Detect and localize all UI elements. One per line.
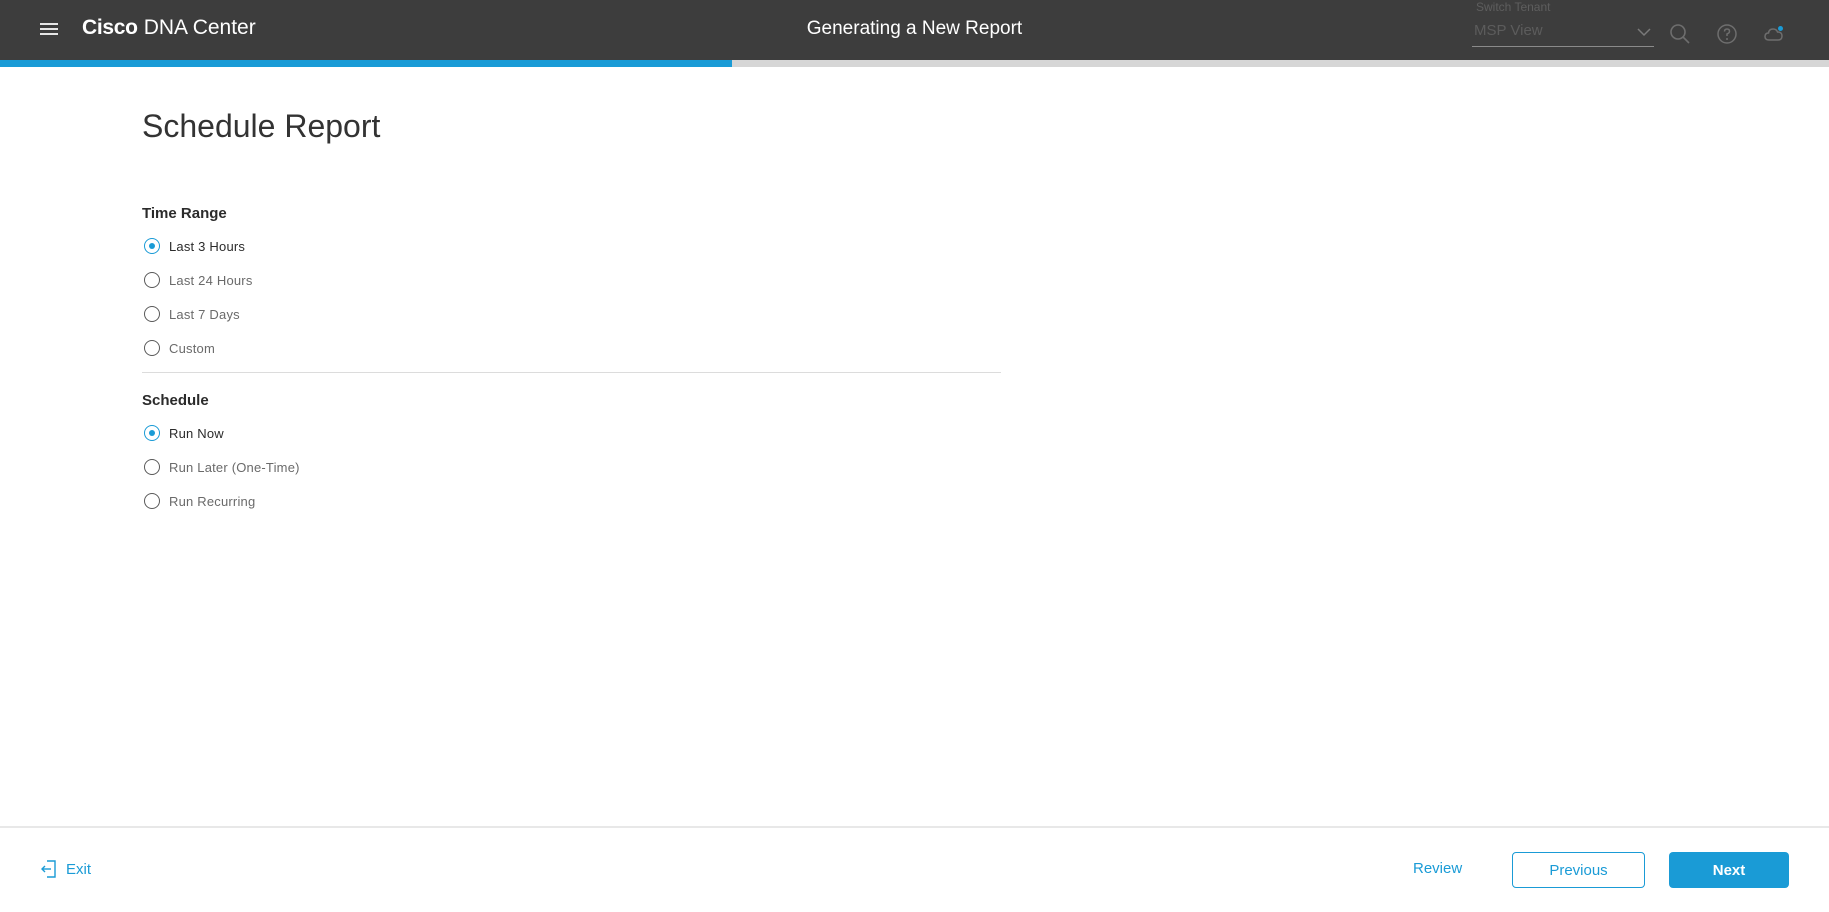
radio-label: Last 7 Days bbox=[169, 306, 240, 322]
radio-button[interactable] bbox=[144, 493, 160, 509]
radio-label: Run Recurring bbox=[169, 493, 256, 509]
radio-button[interactable] bbox=[144, 306, 160, 322]
progress-fill bbox=[0, 60, 732, 67]
radio-schedule-run-later[interactable]: Run Later (One-Time) bbox=[144, 457, 300, 477]
page-title: Schedule Report bbox=[142, 108, 381, 144]
tenant-value: MSP View bbox=[1474, 22, 1543, 39]
exit-icon bbox=[41, 860, 56, 878]
radio-button[interactable] bbox=[144, 459, 160, 475]
radio-button[interactable] bbox=[144, 238, 160, 254]
exit-button[interactable]: Exit bbox=[40, 858, 91, 880]
time-range-title: Time Range bbox=[142, 205, 227, 222]
radio-button[interactable] bbox=[144, 340, 160, 356]
radio-label: Last 24 Hours bbox=[169, 272, 253, 288]
radio-label: Run Now bbox=[169, 425, 224, 441]
help-icon[interactable] bbox=[1715, 22, 1739, 46]
radio-schedule-run-recurring[interactable]: Run Recurring bbox=[144, 491, 255, 511]
schedule-title: Schedule bbox=[142, 392, 209, 409]
exit-label: Exit bbox=[66, 860, 92, 878]
radio-schedule-run-now[interactable]: Run Now bbox=[144, 423, 224, 443]
radio-button[interactable] bbox=[144, 425, 160, 441]
tenant-label: Switch Tenant bbox=[1476, 0, 1551, 14]
chevron-down-icon bbox=[1637, 28, 1651, 37]
radio-label: Custom bbox=[169, 340, 215, 356]
footer-divider bbox=[0, 826, 1829, 828]
radio-time-range-last-24-hours[interactable]: Last 24 Hours bbox=[144, 270, 253, 290]
top-bar: Cisco DNA Center Generating a New Report … bbox=[0, 0, 1829, 60]
next-button[interactable]: Next bbox=[1669, 852, 1789, 888]
tenant-select[interactable]: MSP View bbox=[1472, 20, 1654, 47]
review-link[interactable]: Review bbox=[1413, 860, 1462, 877]
radio-time-range-last-7-days[interactable]: Last 7 Days bbox=[144, 304, 240, 324]
radio-label: Last 3 Hours bbox=[169, 238, 246, 254]
radio-button[interactable] bbox=[144, 272, 160, 288]
radio-time-range-custom[interactable]: Custom bbox=[144, 338, 215, 358]
previous-button[interactable]: Previous bbox=[1512, 852, 1645, 888]
radio-label: Run Later (One-Time) bbox=[169, 459, 300, 475]
search-icon[interactable] bbox=[1668, 22, 1692, 46]
cloud-notification-icon[interactable] bbox=[1762, 22, 1786, 46]
radio-time-range-last-3-hours[interactable]: Last 3 Hours bbox=[144, 236, 245, 256]
section-divider bbox=[142, 372, 1001, 373]
